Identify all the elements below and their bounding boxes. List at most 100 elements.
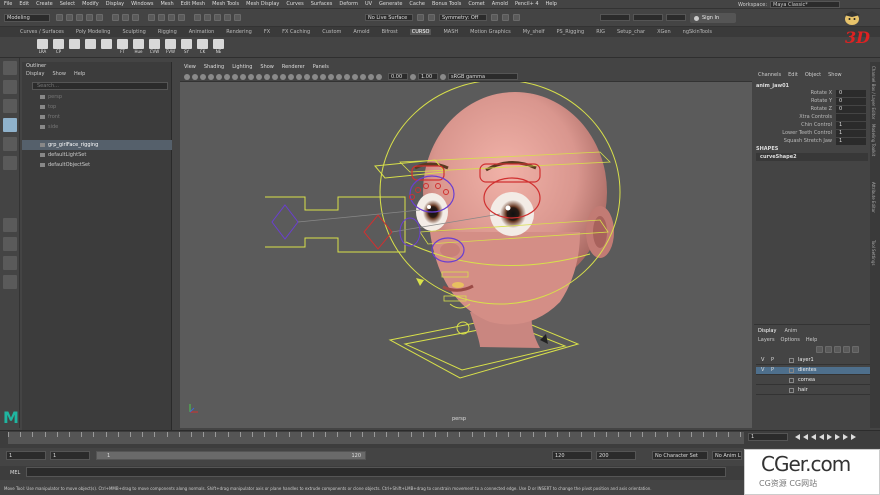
menu-item-mesh-display[interactable]: Mesh Display [246,1,279,7]
shelf-tab-curves-surfaces[interactable]: Curves / Surfaces [20,29,64,35]
side-tab-tool-settings[interactable]: Tool Settings [871,240,876,265]
shelf-tab-curso[interactable]: CURSO [409,29,432,35]
channel-attribute-row[interactable]: Rotate Z 0 [754,106,868,114]
shelf-tab-xgen[interactable]: XGen [657,29,671,35]
channel-attribute-value[interactable]: 0 [836,90,866,97]
transform-y-field[interactable] [633,14,663,21]
save-scene-icon[interactable] [76,14,83,21]
viewport-menu-view[interactable]: View [184,64,196,70]
snap-plane-icon[interactable] [224,14,231,21]
channel-menu-edit[interactable]: Edit [788,72,798,78]
character-head-mesh[interactable] [414,92,614,348]
side-tab-modeling-toolkit[interactable]: Modeling Toolkit [871,124,876,156]
persp-graph-layout-icon[interactable] [3,275,17,289]
render-view-icon[interactable] [513,14,520,21]
live-surface-field[interactable]: No Live Surface [365,14,413,21]
select-hierarchy-icon[interactable] [112,14,119,21]
select-tool-icon[interactable] [3,61,17,75]
outliner-item[interactable]: grp_girlFace_rigging [22,140,172,150]
shelf-tab-custom[interactable]: Custom [322,29,341,35]
menu-item-windows[interactable]: Windows [131,1,153,7]
render-settings-icon[interactable] [491,14,498,21]
shelf-tab-rigging[interactable]: Rigging [158,29,177,35]
layer-row[interactable]: V Player1 [756,357,870,365]
depth-of-field-icon[interactable] [344,73,350,80]
side-tab-attribute-editor[interactable]: Attribute Editor [871,182,876,213]
channel-attribute-row[interactable]: Chin Control 1 [754,122,868,130]
layer-color-swatch[interactable] [789,358,794,363]
camera-attributes-icon[interactable] [192,73,198,80]
symmetry-dropdown[interactable]: Symmetry: Off [439,14,487,21]
menu-item-edit-mesh[interactable]: Edit Mesh [181,1,205,7]
snap-point-icon[interactable] [214,14,221,21]
shelf-tab-poly-modeling[interactable]: Poly Modeling [76,29,111,35]
layer-tab-display[interactable]: Display [758,328,776,334]
shelf-button-tool-4[interactable] [100,39,113,55]
shelf-tab-motion-graphics[interactable]: Motion Graphics [470,29,511,35]
outliner-item[interactable]: side [22,122,172,132]
shelf-button-fvw[interactable]: FVW [164,39,177,55]
menu-item-comet[interactable]: Comet [468,1,484,7]
shelf-tab-sculpting[interactable]: Sculpting [122,29,145,35]
gamma-icon[interactable] [410,73,416,80]
edge-mask-icon[interactable] [158,14,165,21]
layer-menu-options[interactable]: Options [781,337,800,343]
outliner-search-input[interactable]: Search... [32,82,168,90]
channel-attribute-value[interactable]: 0 [836,106,866,113]
layer-tab-anim[interactable]: Anim [784,328,797,334]
gamma-field[interactable]: 1.00 [418,73,438,80]
layer-color-swatch[interactable] [789,368,794,373]
lights-icon[interactable] [304,73,310,80]
layer-visibility-toggle[interactable]: V [761,357,764,363]
snap-surface-icon[interactable] [234,14,241,21]
wireframe-icon[interactable] [272,73,278,80]
menu-item-generate[interactable]: Generate [379,1,402,7]
isolate-select-icon[interactable] [352,73,358,80]
menu-item-file[interactable]: File [4,1,12,7]
channel-attribute-row[interactable]: Rotate X 0 [754,90,868,98]
shape-node-name[interactable]: curveShape2 [756,153,868,161]
hypershade-icon[interactable] [502,14,509,21]
transform-z-field[interactable] [666,14,686,21]
menu-item-cache[interactable]: Cache [409,1,425,7]
gate-mask-icon[interactable] [240,73,246,80]
shelf-button-tool-3[interactable] [84,39,97,55]
channel-menu-object[interactable]: Object [805,72,821,78]
menu-item-edit[interactable]: Edit [19,1,29,7]
menu-item-create[interactable]: Create [36,1,53,7]
shelf-button-ft[interactable]: FT [116,39,129,55]
move-layer-up-icon[interactable] [816,346,823,353]
viewport-menu-show[interactable]: Show [260,64,274,70]
step-forward-key-icon[interactable] [843,434,848,440]
channel-attribute-value[interactable] [836,114,866,121]
play-forwards-icon[interactable] [827,434,832,440]
channel-attribute-row[interactable]: Xtra Controls [754,114,868,122]
film-gate-icon[interactable] [224,73,230,80]
motion-blur-icon[interactable] [328,73,334,80]
anim-layer-dropdown[interactable]: No Anim Layer [712,451,742,460]
layer-visibility-toggle[interactable]: V [761,367,764,373]
new-empty-layer-icon[interactable] [834,346,841,353]
chin-control[interactable] [449,303,471,335]
channel-attribute-row[interactable]: Lower Teeth Control 1 [754,130,868,138]
layer-row[interactable]: V Pdientes [756,367,870,375]
layer-menu-help[interactable]: Help [806,337,817,343]
scale-tool-icon[interactable] [3,156,17,170]
vertex-mask-icon[interactable] [148,14,155,21]
new-layer-selected-icon[interactable] [843,346,850,353]
menu-item-display[interactable]: Display [106,1,124,7]
shelf-tab-ps-rigging[interactable]: PS_Rigging [557,29,585,35]
channel-attribute-row[interactable]: Rotate Y 0 [754,98,868,106]
shelf-tab-bifrost[interactable]: Bifrost [382,29,398,35]
step-back-frame-icon[interactable] [811,434,816,440]
shelf-tab-arnold[interactable]: Arnold [353,29,369,35]
layer-playback-toggle[interactable]: P [771,367,774,373]
menu-item-modify[interactable]: Modify [82,1,99,7]
viewport-menu-shading[interactable]: Shading [204,64,224,70]
grid-icon[interactable] [216,73,222,80]
select-component-icon[interactable] [132,14,139,21]
shelf-tab-fx[interactable]: FX [264,29,270,35]
shadows-icon[interactable] [312,73,318,80]
current-frame-field[interactable]: 1 [748,433,788,441]
shelf-tab-mash[interactable]: MASH [443,29,458,35]
